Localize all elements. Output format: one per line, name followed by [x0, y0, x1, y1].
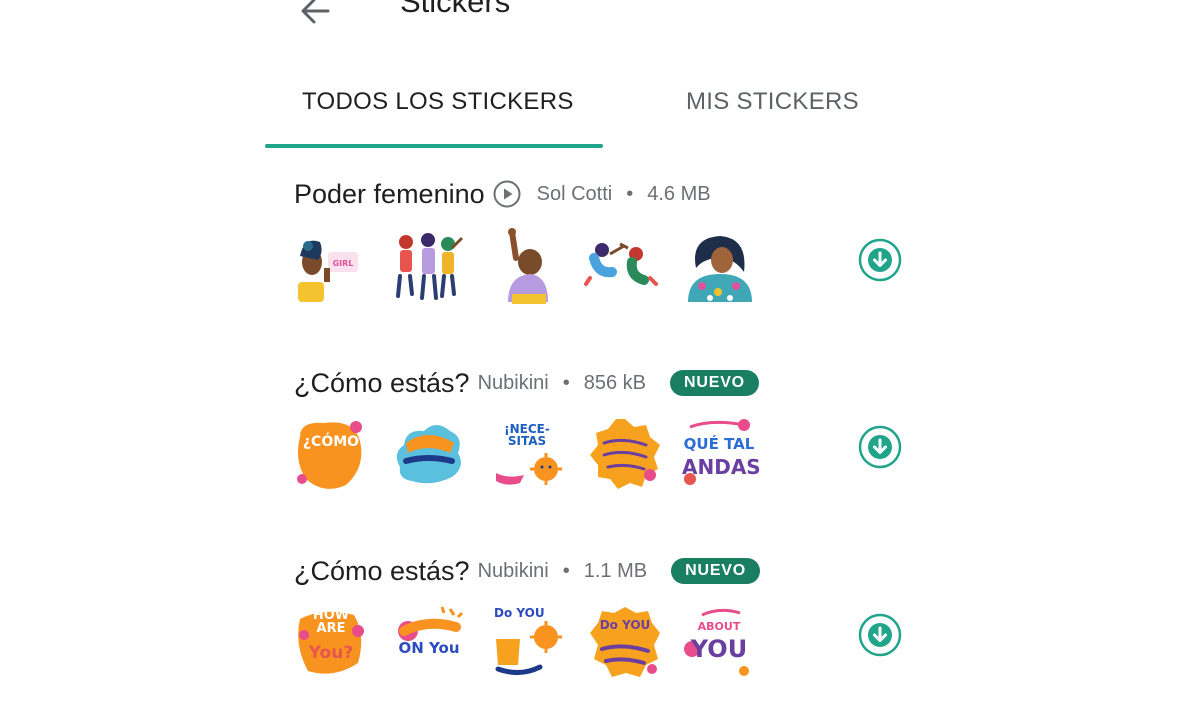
- pack-author: Nubikini: [477, 559, 549, 582]
- download-circle-icon[interactable]: [858, 613, 902, 657]
- pack-size: 4.6 MB: [647, 182, 711, 205]
- pack-size: 1.1 MB: [583, 559, 648, 582]
- page-title: Stickers: [400, 0, 511, 19]
- active-tab-indicator: [265, 144, 603, 148]
- que-tal-andas-lettering-sticker: QUÉ TAL ANDAS: [682, 417, 761, 493]
- new-badge: NUEVO: [670, 370, 759, 396]
- play-icon[interactable]: [493, 180, 521, 208]
- pack-name: Poder femenino: [294, 178, 485, 209]
- pack-name: ¿Cómo estás?: [294, 555, 470, 586]
- tab-my-stickers[interactable]: MIS STICKERS: [686, 88, 859, 116]
- separator-dot: •: [562, 559, 570, 582]
- woman-with-sign-sticker: GIRL: [298, 240, 358, 302]
- back-button[interactable]: [296, 0, 336, 28]
- pack-size: 856 kB: [583, 371, 647, 394]
- separator-dot: •: [626, 182, 634, 205]
- download-circle-icon[interactable]: [858, 238, 902, 282]
- raised-fist-woman-sticker: [508, 228, 548, 304]
- new-badge: NUEVO: [671, 558, 761, 584]
- sticker-pack-row[interactable]: ¿Cómo estás? Nubikini • 856 kB NUEVO ¿CÓ…: [0, 365, 1200, 515]
- svg-text:GIRL: GIRL: [333, 259, 354, 268]
- cloud-lettering-sticker: [392, 417, 466, 493]
- woman-with-patterned-scarf-sticker: [688, 236, 752, 302]
- sticker-pack-row[interactable]: Poder femenino Sol Cotti • 4.6 MB GIRL: [0, 176, 1200, 326]
- pack-header: ¿Cómo estás? Nubikini • 856 kB NUEVO: [294, 365, 759, 401]
- pack-name: ¿Cómo estás?: [294, 367, 470, 398]
- thinking-about-you-lettering-sticker: ABOUT YOU: [682, 605, 756, 681]
- do-you-feel-lettering-sticker: Do YOU: [588, 605, 662, 681]
- tab-all-stickers[interactable]: TODOS LOS STICKERS: [302, 88, 574, 116]
- arrow-left-icon: [301, 0, 330, 24]
- como-estas-lettering-sticker: ¿CÓMO: [294, 417, 368, 493]
- separator-dot: •: [562, 371, 570, 394]
- pack-author: Nubikini: [477, 371, 549, 394]
- women-dancing-sticker: [584, 242, 658, 286]
- checking-on-you-lettering-sticker: ON You: [392, 605, 466, 681]
- women-marching-sticker: [396, 233, 464, 300]
- how-are-you-lettering-sticker: HOW ARE You?: [294, 605, 368, 681]
- sticker-pack-row[interactable]: ¿Cómo estás? Nubikini • 1.1 MB NUEVO HOW…: [0, 553, 1200, 703]
- pack-header: ¿Cómo estás? Nubikini • 1.1 MB NUEVO: [294, 553, 761, 589]
- necesitas-lettering-sticker: ¡NECE- SITAS: [490, 417, 564, 493]
- download-circle-icon[interactable]: [858, 425, 902, 469]
- pack-header: Poder femenino Sol Cotti • 4.6 MB: [294, 176, 711, 212]
- pack-author: Sol Cotti: [536, 182, 613, 205]
- orange-badge-lettering-sticker: [588, 417, 662, 493]
- do-you-need-lettering-sticker: Do YOU: [490, 605, 564, 681]
